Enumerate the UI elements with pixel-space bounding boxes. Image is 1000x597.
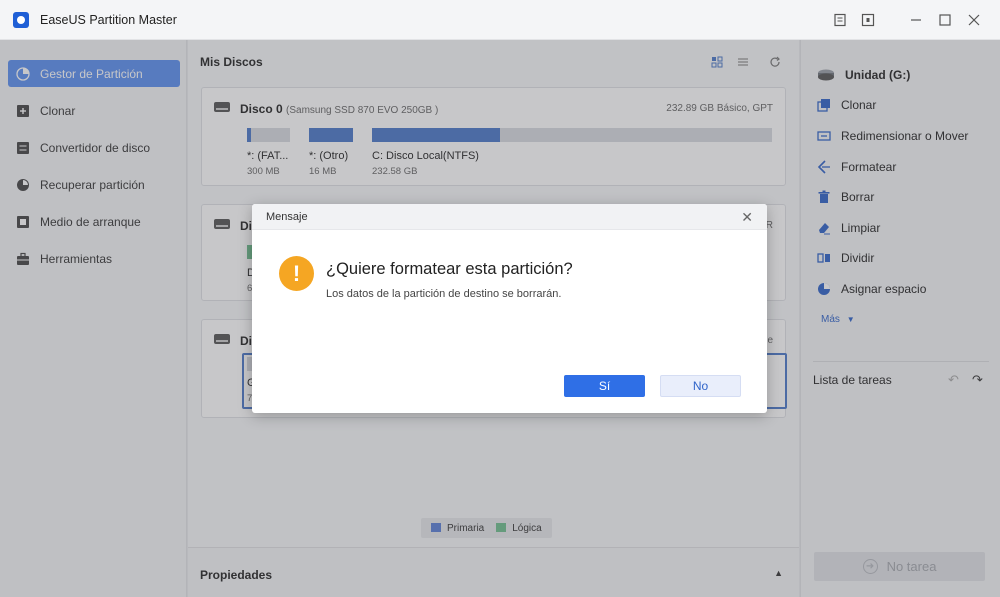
- app-logo-icon: [13, 12, 29, 28]
- title-bar: EaseUS Partition Master: [0, 0, 1000, 40]
- dialog-detail: Los datos de la partición de destino se …: [326, 288, 562, 300]
- warning-icon: !: [279, 256, 314, 291]
- close-icon[interactable]: [964, 10, 984, 30]
- minimize-icon[interactable]: [906, 10, 926, 30]
- dialog-question: ¿Quiere formatear esta partición?: [326, 260, 573, 278]
- no-button[interactable]: No: [660, 375, 741, 397]
- app-title: EaseUS Partition Master: [40, 13, 177, 27]
- close-icon[interactable]: ✕: [741, 209, 753, 226]
- dialog-header: Mensaje ✕: [252, 204, 767, 230]
- feedback-icon[interactable]: [830, 10, 850, 30]
- yes-button[interactable]: Sí: [564, 375, 645, 397]
- pin-icon[interactable]: [858, 10, 878, 30]
- confirm-dialog: Mensaje ✕ ! ¿Quiere formatear esta parti…: [252, 204, 767, 413]
- maximize-icon[interactable]: [935, 10, 955, 30]
- dialog-title: Mensaje: [266, 211, 308, 223]
